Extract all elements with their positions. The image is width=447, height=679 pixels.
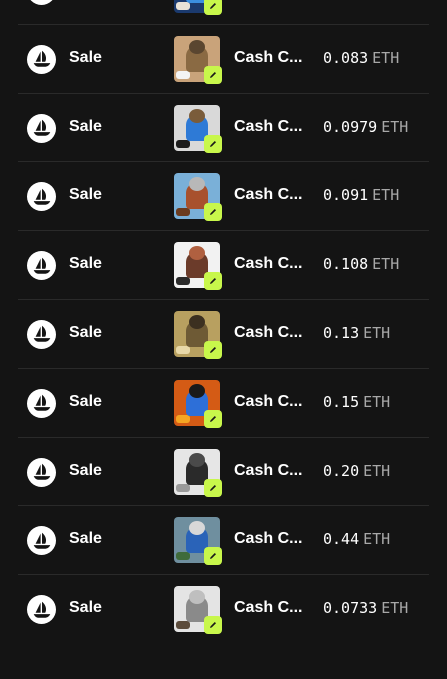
nft-thumbnail[interactable]: [174, 173, 222, 222]
sale-price: 0.13 ETH: [323, 324, 390, 342]
price-currency: ETH: [363, 392, 391, 411]
activity-row[interactable]: Sale Cash C... 0.0979 ETH: [0, 94, 447, 163]
event-type-label: Sale: [69, 323, 102, 341]
event-type-label: Sale: [69, 599, 102, 617]
sale-price: 0.44 ETH: [323, 530, 390, 548]
sale-price: 0.091 ETH: [323, 186, 399, 204]
opensea-icon: [27, 113, 56, 143]
activity-row[interactable]: Sale Cash C... 0.15 ETH: [0, 369, 447, 438]
sale-price: 0.20 ETH: [323, 462, 390, 480]
opensea-icon: [27, 0, 56, 5]
opensea-icon: [27, 388, 56, 418]
price-amount: 0.20: [323, 461, 360, 480]
pencil-badge-icon: [204, 134, 222, 153]
nft-name[interactable]: Cash C...: [234, 599, 302, 617]
opensea-icon: [27, 457, 56, 487]
activity-row[interactable]: Sale Cash C... 0.10ETH: [0, 0, 447, 25]
nft-name[interactable]: Cash C...: [234, 186, 302, 204]
price-amount: 0.091: [323, 186, 369, 205]
price-amount: 0.13: [323, 323, 360, 342]
pencil-badge-icon: [204, 409, 222, 428]
sale-price: 0.15 ETH: [323, 393, 390, 411]
price-currency: ETH: [363, 461, 391, 480]
activity-feed: Sale Cash C... 0.10ETH: [0, 0, 447, 679]
nft-name[interactable]: Cash C...: [234, 49, 302, 67]
event-type-label: Sale: [69, 186, 102, 204]
sale-price: 0.108 ETH: [323, 255, 399, 273]
activity-row[interactable]: Sale Cash C... 0.0733 ETH: [0, 575, 447, 644]
sale-price: 0.0979 ETH: [323, 118, 408, 136]
event-type-label: Sale: [69, 48, 102, 66]
nft-thumbnail[interactable]: [174, 448, 222, 497]
nft-thumbnail[interactable]: [174, 0, 222, 15]
price-currency: ETH: [381, 117, 409, 136]
nft-thumbnail[interactable]: [174, 310, 222, 359]
opensea-icon: [27, 44, 56, 74]
nft-thumbnail[interactable]: [174, 35, 222, 84]
nft-name[interactable]: Cash C...: [234, 530, 302, 548]
event-type-label: Sale: [69, 392, 102, 410]
opensea-icon: [27, 319, 56, 349]
event-type-label: Sale: [69, 530, 102, 548]
nft-name[interactable]: Cash C...: [234, 255, 302, 273]
activity-list: Sale Cash C... 0.10ETH: [0, 0, 447, 644]
price-currency: ETH: [372, 48, 400, 67]
nft-name[interactable]: Cash C...: [234, 462, 302, 480]
nft-thumbnail[interactable]: [174, 242, 222, 291]
price-amount: 0.0979: [323, 117, 378, 136]
activity-row[interactable]: Sale Cash C... 0.091 ETH: [0, 162, 447, 231]
pencil-badge-icon: [204, 616, 222, 635]
pencil-badge-icon: [204, 0, 222, 15]
price-currency: ETH: [372, 255, 400, 274]
event-type-label: Sale: [69, 255, 102, 273]
price-amount: 0.0733: [323, 599, 378, 618]
pencil-badge-icon: [204, 478, 222, 497]
opensea-icon: [27, 526, 56, 556]
nft-thumbnail[interactable]: [174, 586, 222, 635]
price-amount: 0.108: [323, 255, 369, 274]
nft-thumbnail[interactable]: [174, 104, 222, 153]
activity-row[interactable]: Sale Cash C... 0.20 ETH: [0, 438, 447, 507]
pencil-badge-icon: [204, 203, 222, 222]
nft-name[interactable]: Cash C...: [234, 118, 302, 136]
price-amount: 0.44: [323, 530, 360, 549]
opensea-icon: [27, 182, 56, 212]
price-currency: ETH: [372, 186, 400, 205]
event-type-label: Sale: [69, 117, 102, 135]
event-type-label: Sale: [69, 461, 102, 479]
opensea-icon: [27, 251, 56, 281]
price-amount: 0.15: [323, 392, 360, 411]
price-currency: ETH: [363, 323, 391, 342]
price-amount: 0.083: [323, 48, 369, 67]
activity-row[interactable]: Sale Cash C... 0.083 ETH: [0, 25, 447, 94]
price-currency: ETH: [381, 599, 409, 618]
price-currency: ETH: [363, 530, 391, 549]
nft-thumbnail[interactable]: [174, 379, 222, 428]
nft-name[interactable]: Cash C...: [234, 324, 302, 342]
sale-price: 0.083 ETH: [323, 49, 399, 67]
opensea-icon: [27, 595, 56, 625]
sale-price: 0.0733 ETH: [323, 599, 408, 617]
nft-thumbnail[interactable]: [174, 517, 222, 566]
activity-row[interactable]: Sale Cash C... 0.108 ETH: [0, 231, 447, 300]
pencil-badge-icon: [204, 65, 222, 84]
pencil-badge-icon: [204, 340, 222, 359]
activity-row[interactable]: Sale Cash C... 0.44 ETH: [0, 506, 447, 575]
nft-name[interactable]: Cash C...: [234, 393, 302, 411]
activity-row[interactable]: Sale Cash C... 0.13 ETH: [0, 300, 447, 369]
pencil-badge-icon: [204, 272, 222, 291]
pencil-badge-icon: [204, 547, 222, 566]
